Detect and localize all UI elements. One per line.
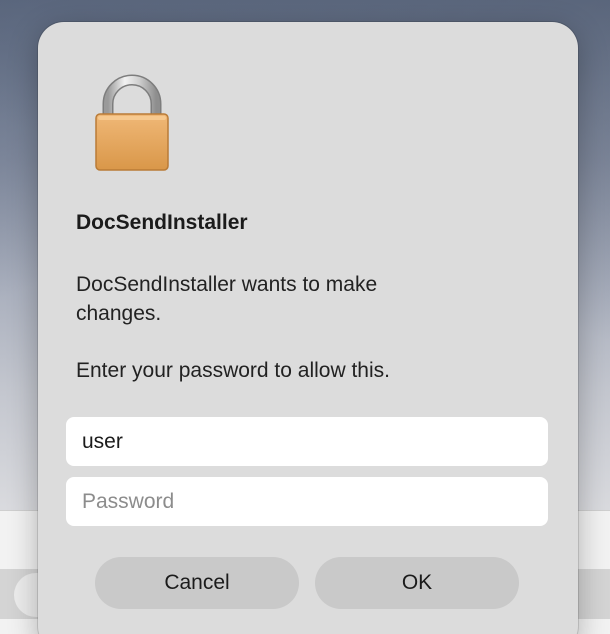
cancel-button[interactable]: Cancel — [95, 557, 299, 609]
password-field[interactable] — [66, 477, 548, 526]
dialog-message: DocSendInstaller wants to make changes. — [76, 273, 378, 325]
dialog-prompt: Enter your password to allow this. — [76, 359, 390, 382]
ok-button[interactable]: OK — [315, 557, 519, 609]
authentication-dialog: DocSendInstaller DocSendInstaller wants … — [38, 22, 578, 634]
username-field[interactable] — [66, 417, 548, 466]
dialog-title: DocSendInstaller — [76, 211, 248, 234]
lock-icon — [95, 74, 169, 171]
